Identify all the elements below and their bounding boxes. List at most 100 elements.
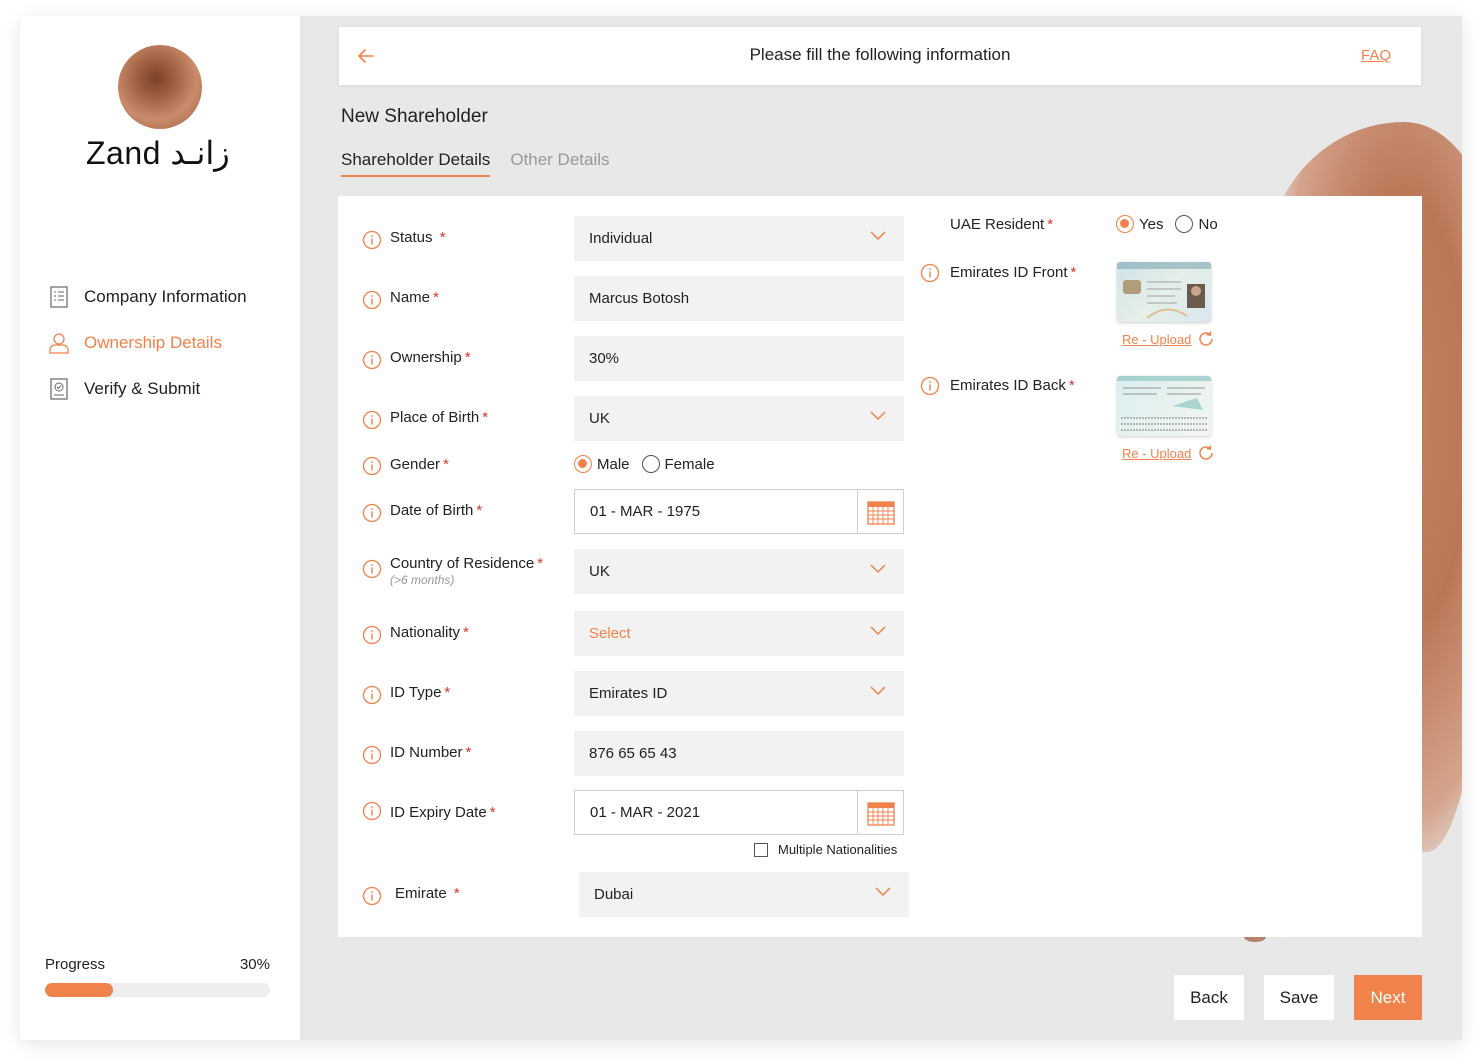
id-number-label: ID Number *	[390, 744, 471, 761]
info-icon[interactable]	[920, 263, 940, 283]
gender-radio-group: Male Female	[574, 455, 727, 473]
sidebar: Zand زانـد Company Information Ownership…	[20, 16, 300, 1040]
country-of-residence-select[interactable]: UK	[574, 549, 904, 594]
id-expiry-date-input[interactable]: 01 - MAR - 2021	[574, 790, 904, 835]
tab-other-details[interactable]: Other Details	[510, 150, 609, 177]
ownership-label: Ownership *	[390, 349, 471, 366]
status-value: Individual	[589, 230, 653, 247]
info-icon[interactable]	[362, 559, 382, 579]
sidebar-nav: Company Information Ownership Details Ve…	[48, 274, 288, 412]
required-mark: *	[464, 349, 471, 366]
nationality-label-text: Nationality	[390, 624, 461, 641]
ownership-input[interactable]: 30%	[574, 336, 904, 381]
multiple-nationalities-label[interactable]: Multiple Nationalities	[778, 842, 897, 857]
uae-resident-no-radio[interactable]	[1175, 215, 1194, 233]
refresh-icon	[1199, 331, 1214, 346]
uae-resident-yes-label[interactable]: Yes	[1139, 216, 1163, 233]
calendar-icon[interactable]	[857, 791, 903, 834]
info-icon[interactable]	[362, 456, 382, 476]
tab-bar: Shareholder Details Other Details	[341, 150, 610, 177]
required-mark: *	[444, 684, 451, 701]
tab-shareholder-details[interactable]: Shareholder Details	[341, 150, 491, 177]
user-icon	[48, 332, 70, 354]
progress: Progress 30%	[45, 956, 270, 997]
country-of-residence-sublabel: (>6 months)	[390, 573, 455, 587]
reupload-label: Re - Upload	[1122, 445, 1192, 461]
place-of-birth-label-text: Place of Birth	[390, 409, 480, 426]
next-button[interactable]: Next	[1354, 975, 1422, 1020]
name-label-text: Name	[390, 289, 431, 306]
back-button[interactable]: Back	[1174, 975, 1244, 1020]
emirates-id-back-thumbnail[interactable]	[1117, 376, 1211, 436]
emirate-select[interactable]: Dubai	[579, 872, 909, 917]
info-icon[interactable]	[362, 886, 382, 906]
required-mark: *	[1047, 216, 1054, 233]
info-icon[interactable]	[362, 410, 382, 430]
section-title: New Shareholder	[341, 106, 488, 127]
nationality-label: Nationality *	[390, 624, 469, 641]
required-mark: *	[489, 804, 496, 821]
uae-resident-radio-group: Yes No	[1116, 215, 1230, 233]
header-bar: Please fill the following information FA…	[339, 27, 1421, 85]
emirates-id-front-thumbnail[interactable]	[1117, 262, 1211, 322]
emirates-id-front-label-text: Emirates ID Front	[950, 264, 1068, 281]
progress-track	[45, 983, 270, 997]
id-number-value: 876 65 65 43	[589, 745, 677, 762]
sidebar-item-label: Company Information	[84, 287, 247, 306]
info-icon[interactable]	[362, 290, 382, 310]
sidebar-item-verify-submit[interactable]: Verify & Submit	[48, 366, 288, 412]
place-of-birth-label: Place of Birth *	[390, 409, 488, 426]
nationality-select[interactable]: Select	[574, 611, 904, 656]
info-icon[interactable]	[362, 230, 382, 250]
page-title: Please fill the following information	[749, 45, 1011, 64]
required-mark: *	[476, 502, 483, 519]
document-icon	[48, 286, 70, 308]
date-of-birth-value: 01 - MAR - 1975	[590, 503, 701, 520]
faq-link[interactable]: FAQ	[1361, 47, 1391, 64]
status-select[interactable]: Individual	[574, 216, 904, 261]
place-of-birth-select[interactable]: UK	[574, 396, 904, 441]
uae-resident-yes-radio[interactable]	[1116, 215, 1134, 233]
required-mark: *	[463, 624, 469, 641]
required-mark: *	[1070, 264, 1077, 281]
id-type-select[interactable]: Emirates ID	[574, 671, 904, 716]
required-mark: *	[443, 456, 449, 473]
emirates-id-back-reupload[interactable]: Re - Upload	[1122, 444, 1215, 462]
info-icon[interactable]	[362, 503, 382, 523]
gender-male-label[interactable]: Male	[597, 456, 630, 473]
save-button[interactable]: Save	[1264, 975, 1334, 1020]
uae-resident-no-label[interactable]: No	[1198, 216, 1217, 233]
date-of-birth-label: Date of Birth *	[390, 502, 482, 519]
info-icon[interactable]	[362, 801, 382, 821]
nationality-placeholder: Select	[589, 625, 631, 642]
multiple-nationalities-checkbox[interactable]	[754, 842, 768, 857]
info-icon[interactable]	[362, 350, 382, 370]
required-mark: *	[439, 229, 446, 246]
info-icon[interactable]	[362, 745, 382, 765]
name-input[interactable]: Marcus Botosh	[574, 276, 904, 321]
date-of-birth-input[interactable]: 01 - MAR - 1975	[574, 489, 904, 534]
sidebar-item-company-information[interactable]: Company Information	[48, 274, 288, 320]
verify-icon	[48, 378, 70, 400]
sidebar-item-label: Ownership Details	[84, 333, 222, 352]
emirates-id-front-reupload[interactable]: Re - Upload	[1122, 330, 1215, 348]
sidebar-item-ownership-details[interactable]: Ownership Details	[48, 320, 288, 366]
required-mark: *	[1068, 377, 1075, 394]
info-icon[interactable]	[362, 625, 382, 645]
progress-label: Progress	[45, 956, 106, 973]
id-number-label-text: ID Number	[390, 744, 463, 761]
id-expiry-date-label-text: ID Expiry Date	[390, 804, 487, 821]
gender-female-label[interactable]: Female	[665, 456, 715, 473]
calendar-icon[interactable]	[857, 490, 903, 533]
emirates-id-back-label-text: Emirates ID Back	[950, 377, 1066, 394]
info-icon[interactable]	[362, 685, 382, 705]
emirate-label: Emirate *	[395, 885, 460, 902]
id-type-value: Emirates ID	[589, 685, 668, 702]
gender-female-radio[interactable]	[641, 455, 660, 473]
gender-male-radio[interactable]	[574, 455, 592, 473]
refresh-icon	[1199, 445, 1214, 460]
info-icon[interactable]	[920, 376, 940, 396]
id-number-input[interactable]: 876 65 65 43	[574, 731, 904, 776]
status-label: Status *	[390, 229, 446, 246]
id-expiry-date-value: 01 - MAR - 2021	[590, 804, 701, 821]
